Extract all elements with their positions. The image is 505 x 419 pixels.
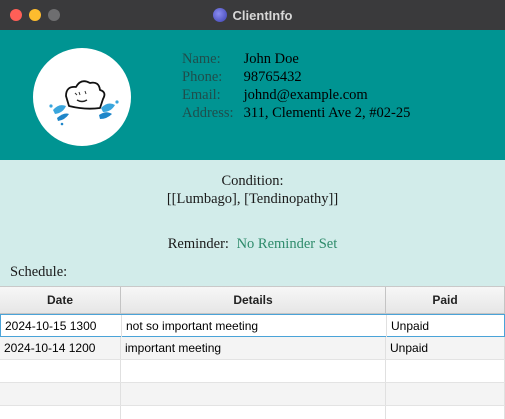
email-value: johnd@example.com	[243, 87, 368, 103]
condition-label: Condition:	[221, 173, 284, 189]
address-row: Address: 311, Clementi Ave 2, #02-25	[182, 104, 410, 122]
title-bar: ClientInfo	[0, 0, 505, 30]
cell-paid: Unpaid	[387, 315, 505, 337]
column-header-date[interactable]: Date	[0, 287, 121, 313]
empty-cell	[121, 406, 386, 419]
table-row[interactable]: 2024-10-15 1300 not so important meeting…	[0, 314, 505, 337]
empty-cell	[0, 406, 121, 419]
app-icon	[212, 8, 227, 22]
condition-value: [[Lumbago], [Tendinopathy]]	[166, 191, 339, 207]
empty-cell	[121, 383, 386, 405]
column-header-details[interactable]: Details	[121, 287, 386, 313]
cell-details: important meeting	[121, 337, 386, 359]
reminder-line: Reminder: No Reminder Set	[0, 236, 505, 253]
empty-cell	[0, 360, 121, 382]
empty-cell	[386, 383, 505, 405]
cloud-splash-icon	[49, 80, 119, 126]
table-row[interactable]: 2024-10-14 1200 important meeting Unpaid	[0, 337, 505, 360]
cell-date: 2024-10-14 1200	[0, 337, 121, 359]
empty-table-row	[0, 383, 505, 406]
cell-date: 2024-10-15 1300	[1, 315, 122, 337]
name-value: John Doe	[243, 51, 299, 67]
phone-value: 98765432	[243, 69, 302, 85]
address-label: Address:	[182, 105, 234, 121]
client-info-window: ClientInfo Name: John Doe Phone: 9876543…	[0, 0, 505, 419]
table-header: Date Details Paid	[0, 287, 505, 314]
empty-table-row	[0, 406, 505, 419]
column-header-paid[interactable]: Paid	[386, 287, 505, 313]
phone-label: Phone:	[182, 69, 223, 85]
cell-paid: Unpaid	[386, 337, 505, 359]
client-info: Name: John Doe Phone: 98765432 Email: jo…	[182, 50, 410, 122]
cell-details: not so important meeting	[122, 315, 387, 337]
empty-cell	[386, 360, 505, 382]
empty-cell	[386, 406, 505, 419]
schedule-table[interactable]: Date Details Paid 2024-10-15 1300 not so…	[0, 286, 505, 419]
email-label: Email:	[182, 87, 221, 103]
email-row: Email: johnd@example.com	[182, 86, 410, 104]
window-title: ClientInfo	[232, 7, 293, 23]
empty-table-row	[0, 360, 505, 383]
empty-cell	[121, 360, 386, 382]
title-wrap: ClientInfo	[0, 0, 505, 30]
name-label: Name:	[182, 51, 221, 67]
avatar	[33, 48, 131, 146]
phone-row: Phone: 98765432	[182, 68, 410, 86]
name-row: Name: John Doe	[182, 50, 410, 68]
empty-cell	[0, 383, 121, 405]
reminder-label: Reminder:	[167, 236, 229, 252]
schedule-label: Schedule:	[10, 264, 68, 280]
address-value: 311, Clementi Ave 2, #02-25	[243, 105, 411, 121]
reminder-value: No Reminder Set	[236, 236, 338, 252]
